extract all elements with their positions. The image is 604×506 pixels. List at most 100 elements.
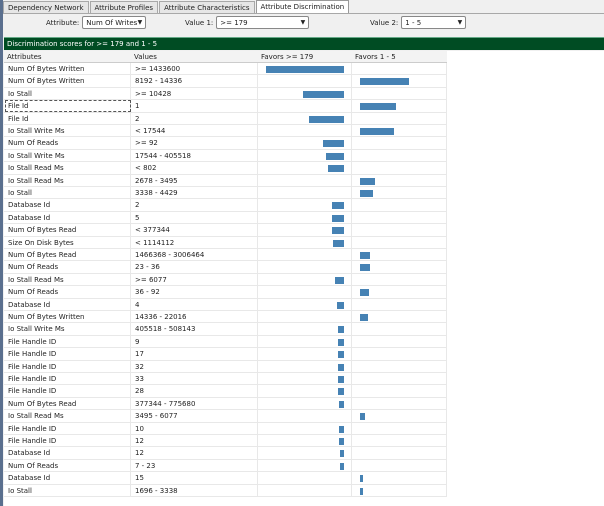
chevron-down-icon: ▼	[137, 19, 143, 26]
cell-divider	[352, 199, 447, 212]
column-header-values[interactable]: Values	[131, 51, 157, 63]
table-row[interactable]: Io Stall >= 10428	[4, 87, 447, 101]
value1-dropdown[interactable]: >= 179 ▼	[216, 16, 310, 29]
cell-divider	[258, 286, 352, 299]
attribute-cell: File Id	[8, 114, 29, 123]
score-bar-favors-value1	[338, 338, 344, 346]
attribute-cell: File Handle ID	[8, 362, 57, 371]
cell-divider	[131, 199, 258, 212]
table-row[interactable]: Io Stall Read Ms < 802	[4, 162, 447, 175]
table-row[interactable]: File Id 1	[4, 100, 447, 113]
cell-divider	[352, 323, 447, 336]
attribute-cell: Database Id	[8, 449, 51, 458]
cell-divider	[258, 410, 352, 423]
table-row[interactable]: Io Stall Write Ms 17544 - 405518	[4, 149, 447, 163]
table-row[interactable]: Num Of Reads 36 - 92	[4, 286, 447, 299]
table-row[interactable]: Num Of Bytes Written 14336 - 22016	[4, 311, 447, 324]
table-row[interactable]: Database Id 5	[4, 211, 447, 225]
table-row[interactable]: Num Of Reads 7 - 23	[4, 459, 447, 473]
value-cell: < 1114112	[135, 238, 175, 247]
table-row[interactable]: File Handle ID 12	[4, 435, 447, 448]
score-bar-favors-value1	[338, 388, 344, 396]
table-row[interactable]: Database Id 2	[4, 199, 447, 212]
table-row[interactable]: Num Of Bytes Read 377344 - 775680	[4, 397, 447, 411]
score-bar-favors-value2	[360, 128, 394, 135]
value-cell: 36 - 92	[135, 288, 160, 297]
cell-divider	[258, 422, 352, 435]
table-header: Attributes Values Favors >= 179 Favors 1…	[4, 51, 447, 63]
table-row[interactable]: Io Stall Read Ms 2678 - 3495	[4, 174, 447, 187]
tab-attribute-discrimination[interactable]: Attribute Discrimination	[255, 0, 350, 14]
table-row[interactable]: Io Stall Read Ms 3495 - 6077	[4, 410, 447, 423]
score-bar-favors-value1	[338, 363, 344, 371]
cell-divider	[131, 422, 258, 435]
table-row[interactable]: Io Stall Write Ms 405518 - 508143	[4, 323, 447, 336]
score-bar-favors-value1	[337, 301, 344, 309]
table-row[interactable]: File Handle ID 32	[4, 360, 447, 373]
table-row[interactable]: Io Stall 1696 - 3338	[4, 484, 447, 497]
cell-divider	[258, 459, 352, 473]
attribute-cell: Io Stall Write Ms	[8, 151, 65, 160]
table-row[interactable]: Num Of Reads >= 92	[4, 137, 447, 150]
table-row[interactable]: File Handle ID 10	[4, 422, 447, 435]
attribute-cell: File Id	[8, 102, 29, 111]
cell-divider	[131, 373, 258, 386]
score-bar-favors-value1	[323, 140, 344, 148]
attribute-cell: Database Id	[8, 474, 51, 483]
score-bar-favors-value2	[360, 252, 370, 259]
cell-divider	[352, 224, 447, 237]
value-cell: 377344 - 775680	[135, 399, 196, 408]
cell-divider	[258, 397, 352, 411]
attribute-dropdown[interactable]: Num Of Writes ▼	[82, 16, 147, 29]
value2-dropdown[interactable]: 1 - 5 ▼	[401, 16, 467, 29]
table-row[interactable]: Num Of Bytes Read < 377344	[4, 224, 447, 237]
table-row[interactable]: Database Id 15	[4, 472, 447, 485]
table-row[interactable]: File Id 2	[4, 112, 447, 125]
attribute-cell: Io Stall Read Ms	[8, 275, 64, 284]
value-cell: < 377344	[135, 226, 170, 235]
attribute-cell: File Handle ID	[8, 437, 57, 445]
table-row[interactable]: Io Stall 3338 - 4429	[4, 187, 447, 200]
cell-divider	[352, 360, 447, 373]
value-cell: 12	[135, 437, 144, 445]
cell-divider	[352, 273, 447, 287]
value-cell: 5	[135, 213, 140, 222]
score-bar-favors-value2	[360, 264, 370, 272]
attribute-cell: Database Id	[8, 300, 51, 309]
chevron-down-icon: ▼	[457, 19, 463, 26]
table-row[interactable]: Size On Disk Bytes < 1114112	[4, 236, 447, 249]
table-row[interactable]: Database Id 12	[4, 447, 447, 460]
table-row[interactable]: Num Of Bytes Read 1466368 - 3006464	[4, 249, 447, 262]
attribute-cell: Io Stall Write Ms	[8, 127, 65, 135]
value1-label: Value 1:	[185, 18, 214, 27]
column-header-attributes[interactable]: Attributes	[4, 51, 42, 63]
cell-divider	[131, 447, 258, 460]
score-bar-favors-value2	[360, 103, 396, 111]
chevron-down-icon: ▼	[300, 19, 306, 26]
value-cell: 17	[135, 350, 144, 359]
value-cell: 3495 - 6077	[135, 412, 178, 421]
attribute-cell: Num Of Bytes Read	[8, 399, 77, 408]
cell-divider	[131, 335, 258, 349]
cell-divider	[131, 435, 258, 448]
discrimination-table[interactable]: Attributes Values Favors >= 179 Favors 1…	[4, 51, 604, 506]
column-header-favors-value2[interactable]: Favors 1 - 5	[352, 51, 396, 63]
cell-divider	[131, 360, 258, 373]
table-row[interactable]: Io Stall Write Ms < 17544	[4, 125, 447, 138]
table-row[interactable]: Database Id 4	[4, 298, 447, 311]
table-row[interactable]: File Handle ID 33	[4, 373, 447, 386]
table-row[interactable]: File Handle ID 9	[4, 335, 447, 349]
table-row[interactable]: Num Of Reads 23 - 36	[4, 261, 447, 274]
column-header-favors-value1[interactable]: Favors >= 179	[258, 51, 313, 63]
table-row[interactable]: Num Of Bytes Written >= 1433600	[4, 63, 447, 76]
cell-divider	[258, 249, 352, 262]
table-row[interactable]: Num Of Bytes Written 8192 - 14336	[4, 75, 447, 88]
attribute-cell: Size On Disk Bytes	[8, 238, 74, 247]
table-row[interactable]: File Handle ID 28	[4, 385, 447, 398]
table-row[interactable]: File Handle ID 17	[4, 348, 447, 361]
attribute-cell: Io Stall Read Ms	[8, 176, 64, 185]
window-frame	[0, 0, 3, 506]
value-cell: >= 10428	[135, 89, 172, 98]
cell-divider	[258, 125, 352, 138]
table-row[interactable]: Io Stall Read Ms >= 6077	[4, 273, 447, 287]
